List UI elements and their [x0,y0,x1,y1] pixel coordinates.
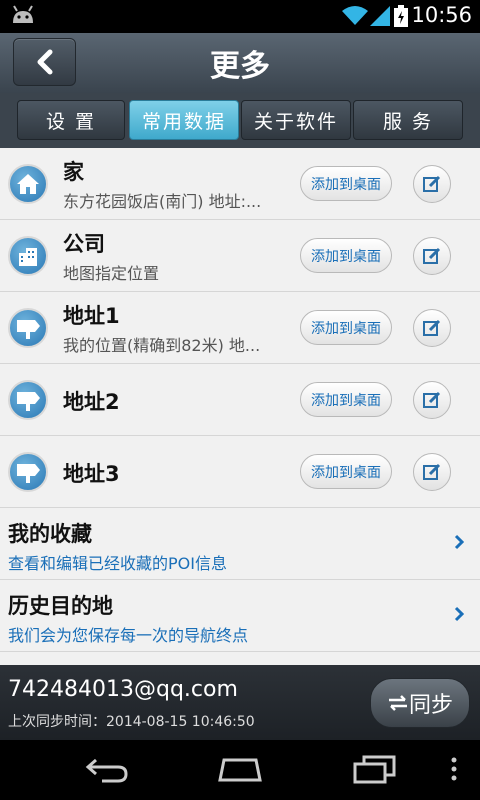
favorites-row[interactable]: 我的收藏 查看和编辑已经收藏的POI信息 [0,508,480,580]
tab-services[interactable]: 服 务 [353,100,463,140]
edit-icon [423,175,441,192]
edit-icon [423,247,441,264]
edit-button[interactable] [413,237,451,275]
place-row-address-1[interactable]: 地址1 我的位置(精确到82米) 地... 添加到桌面 [0,292,480,364]
common-data-list: 家 东方花园饭店(南门) 地址:... 添加到桌面 公司 地图指定位置 添加到桌… [0,148,480,665]
page-title: 更多 [210,49,270,84]
edit-icon [423,319,441,336]
add-to-desktop-button[interactable]: 添加到桌面 [300,382,392,417]
edit-button[interactable] [413,453,451,491]
account-email: 742484013@qq.com [8,677,238,702]
place-detail: 我的位置(精确到82米) 地... [63,336,261,355]
add-to-desktop-button[interactable]: 添加到桌面 [300,166,392,201]
place-row-home[interactable]: 家 东方花园饭店(南门) 地址:... 添加到桌面 [0,148,480,220]
android-notification-icon [13,5,33,23]
place-name: 地址1 [63,304,120,328]
history-title: 历史目的地 [8,594,113,618]
edit-icon [423,391,441,408]
add-to-desktop-button[interactable]: 添加到桌面 [300,310,392,345]
sync-button[interactable]: 同步 [370,678,470,728]
signpost-icon [8,452,48,492]
edit-button[interactable] [413,381,451,419]
tab-about-software[interactable]: 关于软件 [241,100,351,140]
tab-common-data[interactable]: 常用数据 [129,100,239,140]
place-name: 地址2 [63,390,120,414]
system-nav-bar [0,740,480,800]
home-nav-icon[interactable] [214,754,266,784]
overflow-menu-icon[interactable] [450,754,458,784]
signal-icon [370,6,390,26]
history-destinations-row[interactable]: 历史目的地 我们会为您保存每一次的导航终点 [0,580,480,652]
last-sync-time: 上次同步时间：2014-08-15 10:46:50 [8,714,255,730]
sync-arrows-icon [388,695,407,711]
history-desc: 我们会为您保存每一次的导航终点 [8,626,249,645]
building-icon [8,236,48,276]
edit-icon [423,463,441,480]
place-name: 家 [63,160,84,184]
edit-button[interactable] [413,309,451,347]
add-to-desktop-button[interactable]: 添加到桌面 [300,238,392,273]
place-detail: 地图指定位置 [63,264,160,283]
back-nav-icon[interactable] [82,754,130,784]
place-row-company[interactable]: 公司 地图指定位置 添加到桌面 [0,220,480,292]
battery-icon [394,5,408,27]
signpost-icon [8,380,48,420]
tab-settings[interactable]: 设 置 [17,100,125,140]
favorites-title: 我的收藏 [8,522,92,546]
title-bar: 更多 [0,33,480,93]
wifi-icon [342,6,368,25]
clock: 10:56 [411,3,472,27]
place-detail: 东方花园饭店(南门) 地址:... [63,192,262,211]
home-icon [8,164,48,204]
tab-bar: 设 置 常用数据 关于软件 服 务 [0,93,480,148]
sync-bar: 742484013@qq.com 上次同步时间：2014-08-15 10:46… [0,665,480,740]
recent-apps-icon[interactable] [352,754,398,784]
chevron-right-icon [454,534,464,550]
status-bar: 10:56 [0,0,480,33]
add-to-desktop-button[interactable]: 添加到桌面 [300,454,392,489]
place-row-address-2[interactable]: 地址2 添加到桌面 [0,364,480,436]
signpost-icon [8,308,48,348]
chevron-right-icon [454,606,464,622]
place-name: 地址3 [63,462,120,486]
place-name: 公司 [63,232,105,256]
place-row-address-3[interactable]: 地址3 添加到桌面 [0,436,480,508]
favorites-desc: 查看和编辑已经收藏的POI信息 [8,554,227,573]
sync-button-label: 同步 [408,693,453,718]
edit-button[interactable] [413,165,451,203]
